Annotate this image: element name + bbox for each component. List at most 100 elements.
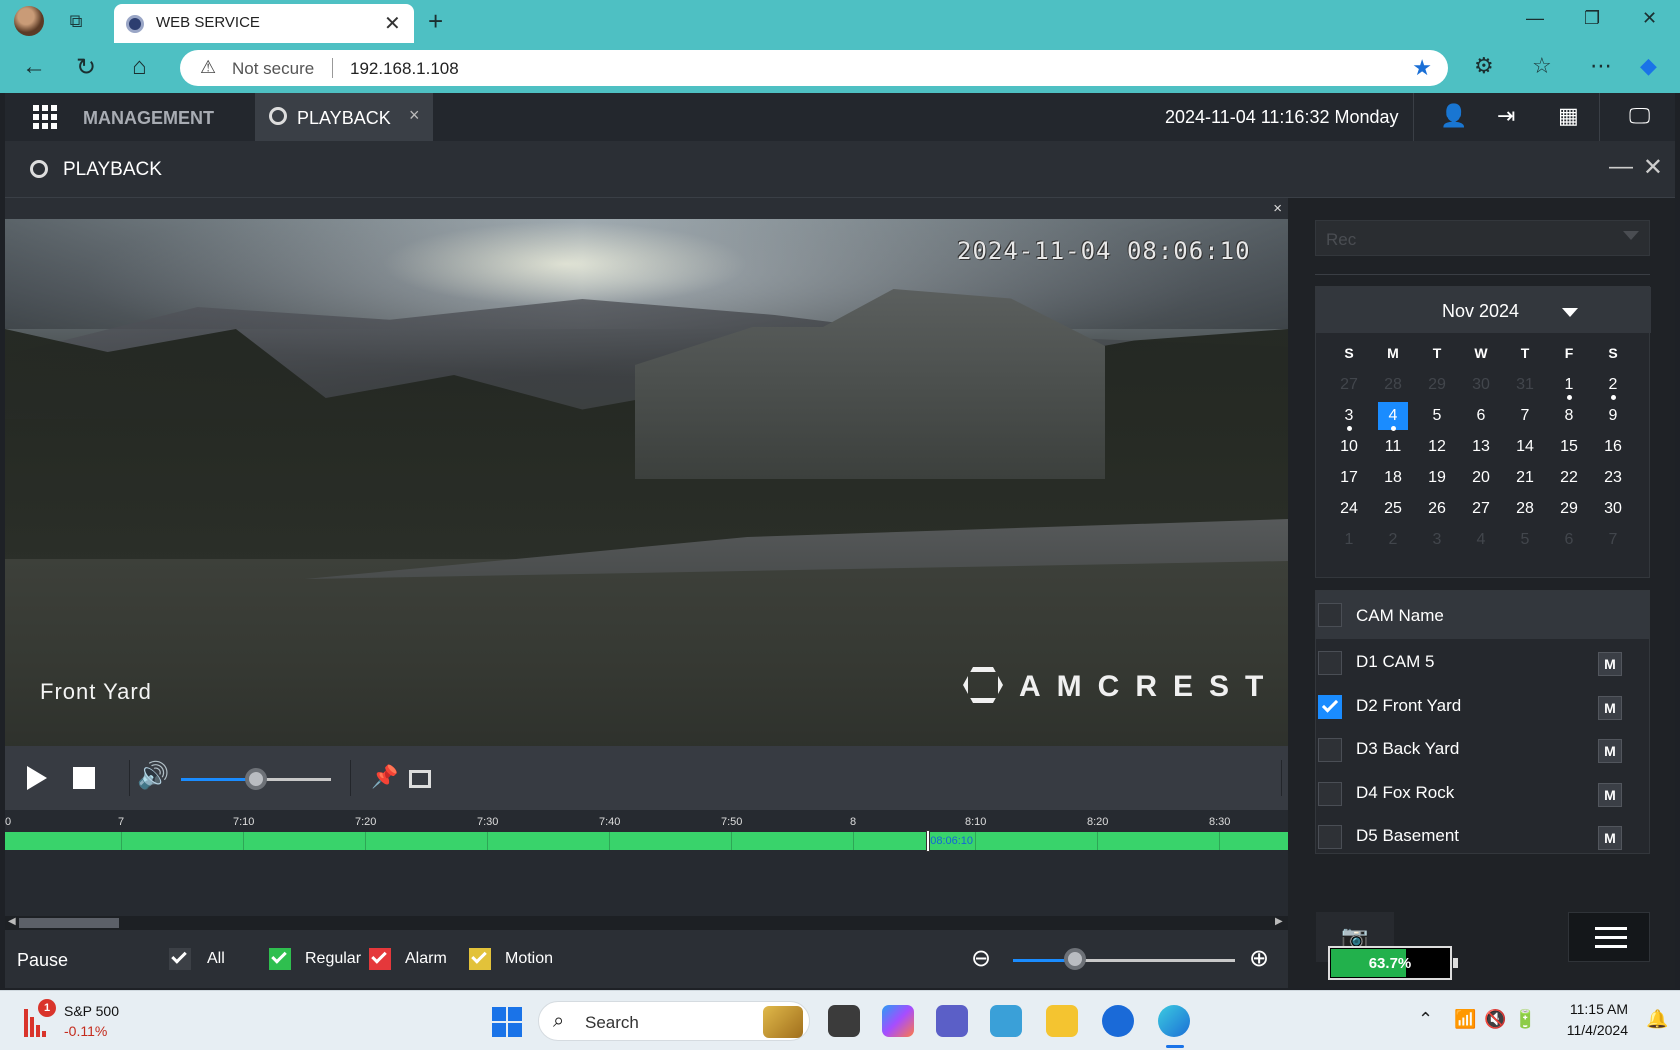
- camera-checkbox[interactable]: [1318, 825, 1342, 849]
- calendar-day[interactable]: 25: [1378, 495, 1408, 523]
- fullscreen-icon[interactable]: [409, 770, 431, 788]
- record-type-select[interactable]: Rec: [1315, 220, 1650, 256]
- stock-widget-icon[interactable]: 1: [24, 999, 56, 1037]
- copilot-app-icon[interactable]: [882, 1005, 914, 1037]
- muted-speaker-icon[interactable]: 🔇: [1484, 1009, 1506, 1030]
- back-arrow-icon[interactable]: ←: [22, 53, 46, 81]
- filter-all-checkbox[interactable]: [169, 948, 191, 970]
- calendar-day[interactable]: 28: [1510, 495, 1540, 523]
- zoom-in-icon[interactable]: ⊕: [1249, 944, 1269, 973]
- camera-mode-button[interactable]: M: [1598, 826, 1622, 850]
- timeline-area[interactable]: [5, 858, 1288, 916]
- stock-name[interactable]: S&P 500: [64, 1003, 119, 1019]
- scroll-right-arrow-icon[interactable]: ▶: [1275, 916, 1283, 927]
- logout-icon[interactable]: ⇥: [1497, 103, 1515, 129]
- management-menu[interactable]: MANAGEMENT: [83, 108, 214, 129]
- extensions-icon[interactable]: ⚙: [1474, 53, 1494, 79]
- file-explorer-icon[interactable]: [1046, 1005, 1078, 1037]
- camera-checkbox[interactable]: [1318, 651, 1342, 675]
- user-icon[interactable]: 👤: [1440, 103, 1467, 129]
- calendar-day[interactable]: 17: [1334, 464, 1364, 492]
- volume-icon[interactable]: 🔊: [137, 760, 169, 791]
- calendar-day[interactable]: 13: [1466, 433, 1496, 461]
- camera-row[interactable]: D3 Back Yard M: [1316, 728, 1649, 772]
- calendar-day[interactable]: 9: [1598, 402, 1628, 430]
- panel-close-button[interactable]: ✕: [1643, 153, 1663, 182]
- display-icon[interactable]: 🖵: [1629, 103, 1650, 129]
- calendar-day[interactable]: 1: [1554, 371, 1584, 400]
- workspaces-icon[interactable]: ⧉: [64, 10, 88, 32]
- calendar-day[interactable]: 7: [1510, 402, 1540, 430]
- zoom-slider-handle[interactable]: [1064, 948, 1087, 970]
- camera-mode-button[interactable]: M: [1598, 739, 1622, 763]
- panel-minimize-button[interactable]: —: [1609, 153, 1633, 181]
- qr-code-icon[interactable]: ▦: [1558, 103, 1579, 129]
- calendar-day[interactable]: 6: [1466, 402, 1496, 430]
- list-view-button[interactable]: [1568, 912, 1650, 962]
- apps-grid-icon[interactable]: [33, 105, 57, 129]
- taskbar-date[interactable]: 11/4/2024: [1554, 1022, 1628, 1038]
- camera-row[interactable]: D2 Front Yard M: [1316, 685, 1649, 729]
- remote-desktop-icon[interactable]: [990, 1005, 1022, 1037]
- zoom-out-icon[interactable]: ⊖: [971, 944, 991, 973]
- more-menu-icon[interactable]: ⋯: [1590, 53, 1612, 79]
- task-view-icon[interactable]: [828, 1005, 860, 1037]
- timeline-scrollbar[interactable]: ◀ ▶: [5, 916, 1288, 930]
- browser-tab[interactable]: WEB SERVICE ✕: [114, 4, 414, 43]
- reload-icon[interactable]: ↻: [76, 53, 96, 82]
- camera-checkbox[interactable]: [1318, 694, 1342, 719]
- calendar-day[interactable]: 4: [1378, 402, 1408, 431]
- calendar-day[interactable]: 23: [1598, 464, 1628, 492]
- scroll-left-arrow-icon[interactable]: ◀: [8, 916, 16, 927]
- calendar-day[interactable]: 26: [1422, 495, 1452, 523]
- camera-row[interactable]: D5 Basement M: [1316, 815, 1649, 853]
- filter-motion-checkbox[interactable]: [469, 948, 491, 970]
- calendar-day[interactable]: 15: [1554, 433, 1584, 461]
- video-close-icon[interactable]: ×: [1273, 200, 1282, 217]
- tab-playback-close-icon[interactable]: ×: [409, 105, 420, 126]
- calendar-day[interactable]: 12: [1422, 433, 1452, 461]
- calendar-day[interactable]: 5: [1422, 402, 1452, 430]
- recording-bar[interactable]: [5, 832, 1288, 850]
- timeline[interactable]: 0 7 7:10 7:20 7:30 7:40 7:50 8 8:10 8:20 8:30 08:0…: [5, 810, 1288, 858]
- calendar-header[interactable]: Nov 2024: [1316, 287, 1651, 333]
- camera-checkbox[interactable]: [1318, 738, 1342, 762]
- filter-regular-checkbox[interactable]: [269, 948, 291, 970]
- calendar-day[interactable]: 10: [1334, 433, 1364, 461]
- camera-mode-button[interactable]: M: [1598, 782, 1622, 807]
- profile-avatar[interactable]: [14, 6, 44, 36]
- tab-playback[interactable]: PLAYBACK ×: [255, 93, 433, 141]
- window-close-button[interactable]: ✕: [1642, 8, 1657, 29]
- home-icon[interactable]: ⌂: [132, 53, 147, 81]
- calendar-day[interactable]: 16: [1598, 433, 1628, 461]
- taskbar-clock[interactable]: 11:15 AM: [1554, 1001, 1628, 1017]
- calendar-day[interactable]: 22: [1554, 464, 1584, 492]
- calendar-day[interactable]: 29: [1554, 495, 1584, 523]
- copilot-icon[interactable]: ◆: [1640, 53, 1657, 79]
- calendar-day[interactable]: 30: [1598, 495, 1628, 523]
- month-dropdown-icon[interactable]: [1562, 308, 1578, 317]
- calendar-day[interactable]: 24: [1334, 495, 1364, 523]
- camera-row[interactable]: D4 Fox Rock M: [1316, 772, 1649, 816]
- window-minimize-button[interactable]: —: [1526, 8, 1544, 29]
- address-bar[interactable]: ⚠ Not secure 192.168.1.108 ★: [180, 50, 1448, 86]
- battery-icon[interactable]: 🔋: [1514, 1009, 1536, 1030]
- calendar-day[interactable]: 14: [1510, 433, 1540, 461]
- camera-mode-button[interactable]: M: [1598, 695, 1622, 720]
- new-tab-button[interactable]: +: [428, 6, 443, 37]
- camera-checkbox[interactable]: [1318, 781, 1342, 806]
- calendar-day[interactable]: 27: [1466, 495, 1496, 523]
- calendar-month[interactable]: Nov 2024: [1442, 301, 1519, 322]
- show-hidden-icons-chevron-icon[interactable]: ⌃: [1418, 1009, 1433, 1030]
- calendar-day[interactable]: 20: [1466, 464, 1496, 492]
- notifications-icon[interactable]: 🔔: [1646, 1009, 1668, 1030]
- favorite-star-icon[interactable]: ★: [1412, 55, 1432, 81]
- stop-button[interactable]: [73, 767, 95, 789]
- filter-alarm-checkbox[interactable]: [369, 948, 391, 970]
- taskbar-search[interactable]: ⌕ Search: [538, 1001, 810, 1041]
- favorites-icon[interactable]: ☆: [1532, 53, 1552, 79]
- pin-icon[interactable]: 📌: [371, 764, 398, 790]
- teams-icon[interactable]: [936, 1005, 968, 1037]
- calendar-day[interactable]: 19: [1422, 464, 1452, 492]
- edge-browser-icon[interactable]: [1158, 1005, 1190, 1037]
